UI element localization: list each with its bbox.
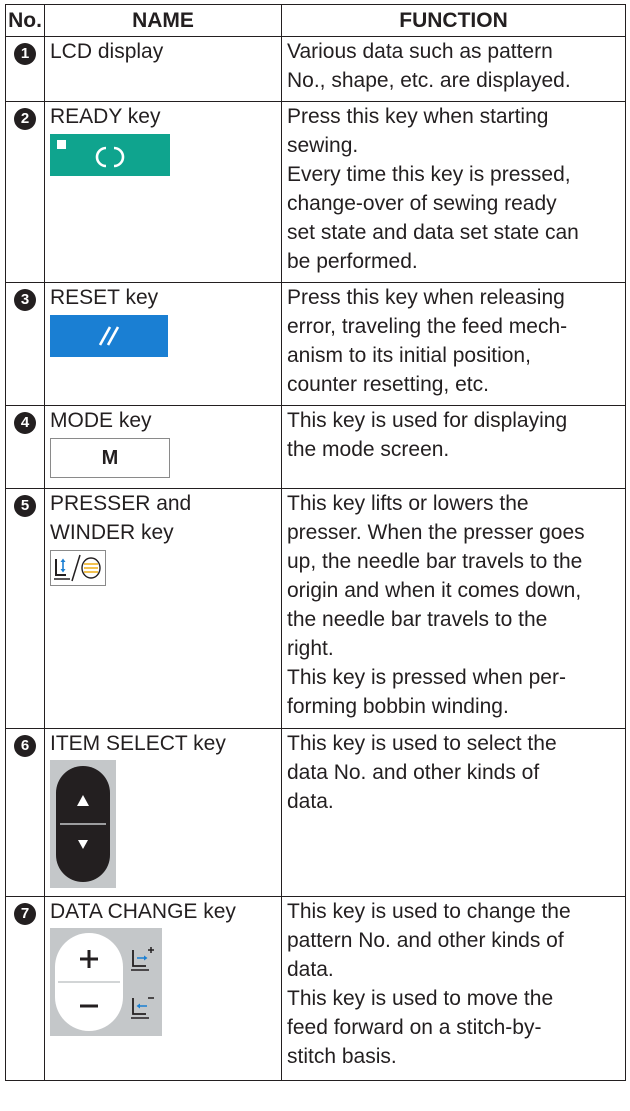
item-select-key-icon <box>50 760 276 896</box>
table-row: 4 MODE key M This key is used for displa… <box>5 405 626 489</box>
ready-key-icon <box>50 134 170 176</box>
key-name: ITEM SELECT key <box>50 732 226 755</box>
header-function: FUNCTION <box>281 4 626 37</box>
mode-key-icon: M <box>50 438 170 478</box>
header-name: NAME <box>44 4 282 37</box>
row-number: 7 <box>5 896 45 1081</box>
key-function: This key is used for displaying the mode … <box>281 405 626 489</box>
key-function: Press this key when releasing error, trav… <box>281 282 626 406</box>
row-number: 3 <box>5 282 45 406</box>
key-function: This key is used to change the pattern No… <box>281 896 626 1081</box>
key-name: RESET key <box>50 286 159 309</box>
key-name: MODE key <box>50 409 152 432</box>
key-name: DATA CHANGE key <box>50 900 236 923</box>
key-function: This key lifts or lowers the presser. Whe… <box>281 488 626 729</box>
key-function: Various data such as pattern No., shape, … <box>281 36 626 102</box>
key-name: LCD display <box>44 36 282 102</box>
row-number: 5 <box>5 488 45 729</box>
key-name-line: PRESSER and <box>50 492 192 515</box>
table-row: 2 READY key Press this key when starting… <box>5 101 626 283</box>
row-number: 2 <box>5 101 45 283</box>
presser-winder-key-icon <box>50 550 106 586</box>
table-row: 7 DATA CHANGE key This key is used to ch… <box>5 896 626 1081</box>
row-number: 1 <box>5 36 45 102</box>
table-row: 3 RESET key Press this key when releasin… <box>5 282 626 406</box>
table-header-row: No. NAME FUNCTION <box>5 4 626 37</box>
table-row: 6 ITEM SELECT key This key is used to se… <box>5 728 626 897</box>
data-change-key-icon <box>50 928 276 1044</box>
table-row: 1 LCD display Various data such as patte… <box>5 36 626 102</box>
key-function: Press this key when starting sewing. Every… <box>281 101 626 283</box>
key-function-table: No. NAME FUNCTION 1 LCD display Various … <box>5 4 626 1081</box>
row-number: 6 <box>5 728 45 897</box>
key-function: This key is used to select the data No. a… <box>281 728 626 897</box>
row-number: 4 <box>5 405 45 489</box>
reset-key-icon <box>50 315 168 357</box>
key-name-line: WINDER key <box>50 521 174 544</box>
table-row: 5 PRESSER and WINDER key This key lifts … <box>5 488 626 729</box>
header-no: No. <box>5 4 45 37</box>
key-name: READY key <box>50 105 161 128</box>
